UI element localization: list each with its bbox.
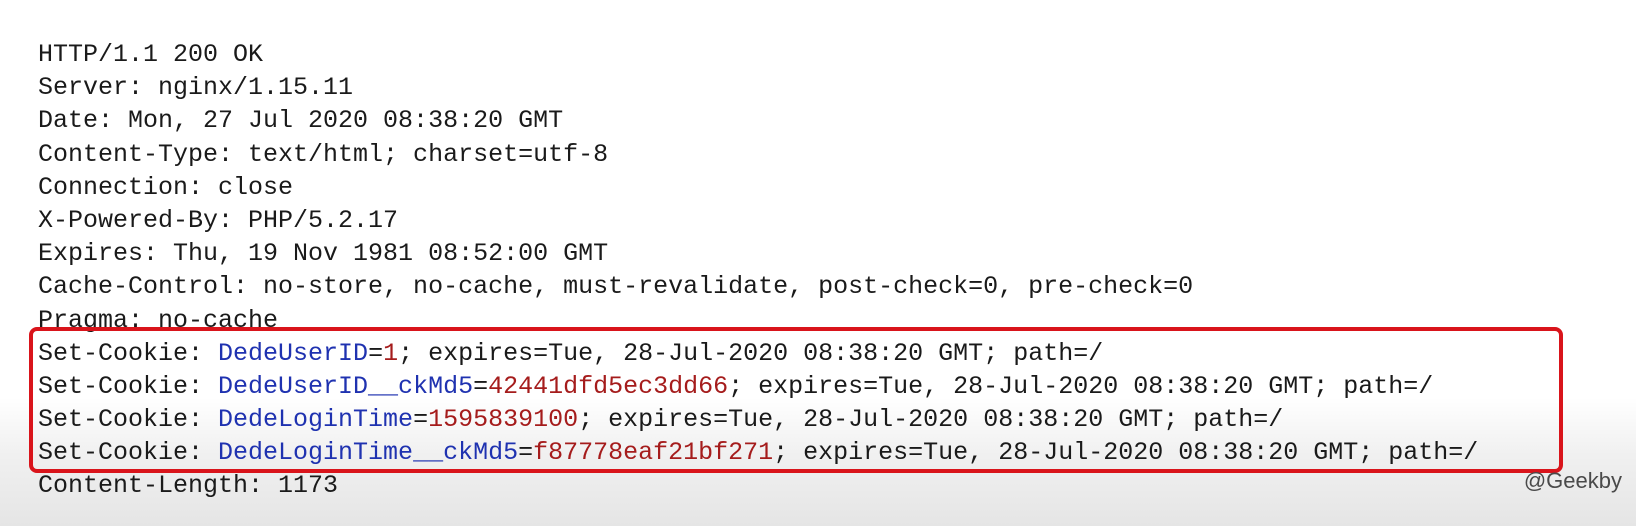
header-date: Date: Mon, 27 Jul 2020 08:38:20 GMT: [38, 106, 564, 136]
header-server: Server: nginx/1.15.11: [38, 73, 354, 103]
watermark: @Geekby: [1523, 468, 1622, 493]
set-cookie-highlight-box: [29, 327, 1563, 473]
status-line: HTTP/1.1 200 OK: [38, 40, 264, 69]
header-x-powered-by: X-Powered-By: PHP/5.2.17: [38, 205, 399, 235]
header-cache-control: Cache-Control: no-store, no-cache, must-…: [38, 272, 1194, 302]
header-expires: Expires: Thu, 19 Nov 1981 08:52:00 GMT: [38, 239, 609, 269]
header-connection: Connection: close: [38, 172, 294, 202]
header-content-type: Content-Type: text/html; charset=utf-8: [38, 139, 609, 169]
header-content-length: Content-Length: 1173: [38, 471, 339, 501]
